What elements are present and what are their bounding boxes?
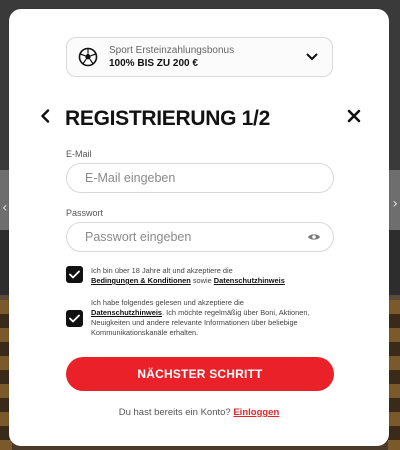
consent-marketing-checkbox[interactable]	[66, 310, 83, 327]
consent-age-text: Ich bin über 18 Jahre alt und akzeptiere…	[91, 266, 285, 286]
page-title: REGISTRIERUNG 1/2	[65, 107, 270, 131]
consent-age-text-before: Ich bin über 18 Jahre alt und akzeptiere…	[91, 266, 233, 275]
next-step-button[interactable]: NÄCHSTER SCHRITT	[66, 357, 334, 391]
bonus-title: 100% BIS ZU 200 €	[109, 58, 198, 69]
registration-modal: Sport Ersteinzahlungsbonus 100% BIS ZU 2…	[9, 9, 389, 446]
eye-icon[interactable]	[307, 232, 321, 242]
background-decoration-right	[388, 300, 400, 450]
step-indicator: 1/2	[241, 107, 271, 130]
email-label: E-Mail	[66, 149, 92, 159]
password-label: Passwort	[66, 208, 104, 218]
login-link[interactable]: Einloggen	[233, 407, 279, 418]
checkmark-icon	[69, 314, 80, 323]
email-field[interactable]	[66, 163, 334, 193]
chevron-down-icon[interactable]	[304, 49, 320, 65]
checkmark-icon	[69, 270, 80, 279]
consent-marketing-text: Ich habe folgendes gelesen und akzeptier…	[91, 298, 334, 338]
terms-link[interactable]: Bedingungen & Konditionen	[91, 276, 191, 285]
bonus-subtitle: Sport Ersteinzahlungsbonus	[109, 45, 235, 56]
password-input[interactable]	[83, 229, 307, 245]
email-input[interactable]	[83, 170, 333, 186]
bonus-selector[interactable]: Sport Ersteinzahlungsbonus 100% BIS ZU 2…	[66, 37, 333, 77]
consent-age-text-middle: sowie	[190, 276, 214, 285]
background-right-arrow-icon: ›	[392, 196, 398, 212]
soccer-ball-icon	[77, 46, 99, 68]
login-prompt: Du hast bereits ein Konto? Einloggen	[9, 407, 389, 418]
consent-marketing-text-before: Ich habe folgendes gelesen und akzeptier…	[91, 298, 244, 307]
login-prompt-text: Du hast bereits ein Konto?	[118, 407, 231, 418]
consent-age-row: Ich bin über 18 Jahre alt und akzeptiere…	[66, 266, 334, 286]
bonus-text: Sport Ersteinzahlungsbonus 100% BIS ZU 2…	[109, 44, 304, 70]
back-arrow-icon[interactable]	[38, 108, 52, 124]
consent-age-checkbox[interactable]	[66, 266, 83, 283]
privacy-link[interactable]: Datenschutzhinweis	[214, 276, 285, 285]
close-icon[interactable]	[346, 108, 362, 124]
background-left-arrow-icon: ‹	[2, 200, 8, 216]
consent-marketing-row: Ich habe folgendes gelesen und akzeptier…	[66, 298, 334, 338]
privacy-link-marketing[interactable]: Datenschutzhinweis	[91, 308, 162, 317]
title-text: REGISTRIERUNG	[65, 107, 237, 130]
password-field[interactable]	[66, 222, 334, 252]
